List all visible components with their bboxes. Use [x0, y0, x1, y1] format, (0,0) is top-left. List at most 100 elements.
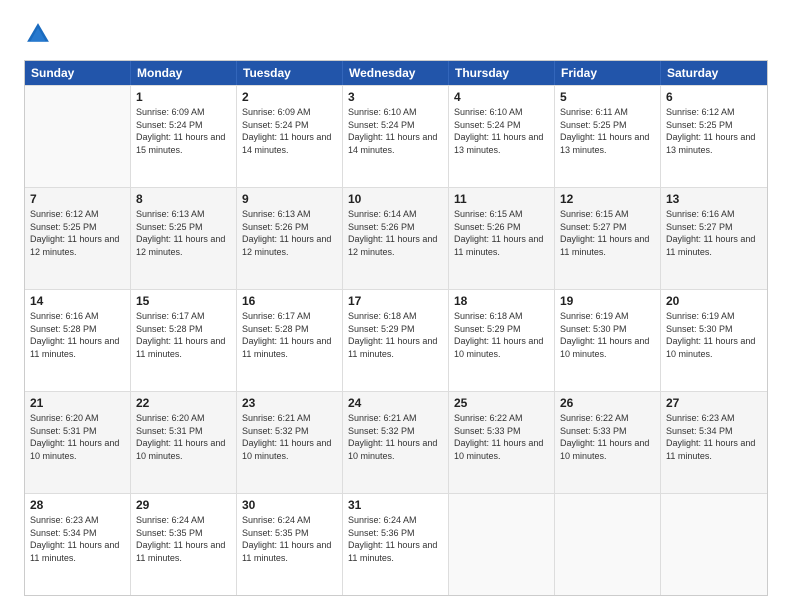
- empty-cell-4-6: [661, 494, 767, 595]
- day-cell-11: 11 Sunrise: 6:15 AMSunset: 5:26 PMDayligh…: [449, 188, 555, 289]
- day-info: Sunrise: 6:21 AMSunset: 5:32 PMDaylight:…: [242, 412, 337, 462]
- day-number: 20: [666, 294, 762, 308]
- day-cell-15: 15 Sunrise: 6:17 AMSunset: 5:28 PMDayligh…: [131, 290, 237, 391]
- day-cell-3: 3 Sunrise: 6:10 AMSunset: 5:24 PMDaylight…: [343, 86, 449, 187]
- day-number: 19: [560, 294, 655, 308]
- day-info: Sunrise: 6:20 AMSunset: 5:31 PMDaylight:…: [136, 412, 231, 462]
- day-number: 23: [242, 396, 337, 410]
- day-info: Sunrise: 6:24 AMSunset: 5:36 PMDaylight:…: [348, 514, 443, 564]
- day-cell-12: 12 Sunrise: 6:15 AMSunset: 5:27 PMDayligh…: [555, 188, 661, 289]
- day-info: Sunrise: 6:14 AMSunset: 5:26 PMDaylight:…: [348, 208, 443, 258]
- day-info: Sunrise: 6:20 AMSunset: 5:31 PMDaylight:…: [30, 412, 125, 462]
- day-info: Sunrise: 6:23 AMSunset: 5:34 PMDaylight:…: [30, 514, 125, 564]
- empty-cell-4-4: [449, 494, 555, 595]
- page: SundayMondayTuesdayWednesdayThursdayFrid…: [0, 0, 792, 612]
- day-cell-29: 29 Sunrise: 6:24 AMSunset: 5:35 PMDayligh…: [131, 494, 237, 595]
- day-info: Sunrise: 6:16 AMSunset: 5:28 PMDaylight:…: [30, 310, 125, 360]
- day-cell-2: 2Sunrise: 6:09 AMSunset: 5:24 PMDaylight…: [237, 86, 343, 187]
- day-number: 4: [454, 90, 549, 104]
- day-number: 27: [666, 396, 762, 410]
- day-cell-19: 19 Sunrise: 6:19 AMSunset: 5:30 PMDayligh…: [555, 290, 661, 391]
- day-info: Sunrise: 6:18 AMSunset: 5:29 PMDaylight:…: [348, 310, 443, 360]
- day-info: Sunrise: 6:15 AMSunset: 5:26 PMDaylight:…: [454, 208, 549, 258]
- header-day-sunday: Sunday: [25, 61, 131, 85]
- day-cell-23: 23 Sunrise: 6:21 AMSunset: 5:32 PMDayligh…: [237, 392, 343, 493]
- day-info: Sunrise: 6:12 AMSunset: 5:25 PMDaylight:…: [666, 106, 762, 156]
- day-info: Sunrise: 6:24 AMSunset: 5:35 PMDaylight:…: [242, 514, 337, 564]
- day-info: Sunrise: 6:19 AMSunset: 5:30 PMDaylight:…: [666, 310, 762, 360]
- day-cell-10: 10 Sunrise: 6:14 AMSunset: 5:26 PMDayligh…: [343, 188, 449, 289]
- day-info: Sunrise: 6:19 AMSunset: 5:30 PMDaylight:…: [560, 310, 655, 360]
- empty-cell-4-5: [555, 494, 661, 595]
- day-cell-30: 30 Sunrise: 6:24 AMSunset: 5:35 PMDayligh…: [237, 494, 343, 595]
- day-cell-24: 24 Sunrise: 6:21 AMSunset: 5:32 PMDayligh…: [343, 392, 449, 493]
- week-row-3: 14 Sunrise: 6:16 AMSunset: 5:28 PMDayligh…: [25, 289, 767, 391]
- day-cell-17: 17 Sunrise: 6:18 AMSunset: 5:29 PMDayligh…: [343, 290, 449, 391]
- week-row-5: 28 Sunrise: 6:23 AMSunset: 5:34 PMDayligh…: [25, 493, 767, 595]
- week-row-1: 1Sunrise: 6:09 AMSunset: 5:24 PMDaylight…: [25, 85, 767, 187]
- day-info: Sunrise: 6:18 AMSunset: 5:29 PMDaylight:…: [454, 310, 549, 360]
- day-info: Sunrise: 6:10 AMSunset: 5:24 PMDaylight:…: [454, 106, 549, 156]
- day-cell-6: 6 Sunrise: 6:12 AMSunset: 5:25 PMDaylight…: [661, 86, 767, 187]
- day-number: 29: [136, 498, 231, 512]
- day-number: 12: [560, 192, 655, 206]
- day-info: Sunrise: 6:17 AMSunset: 5:28 PMDaylight:…: [242, 310, 337, 360]
- week-row-4: 21Sunrise: 6:20 AMSunset: 5:31 PMDayligh…: [25, 391, 767, 493]
- day-cell-14: 14 Sunrise: 6:16 AMSunset: 5:28 PMDayligh…: [25, 290, 131, 391]
- header-day-saturday: Saturday: [661, 61, 767, 85]
- day-number: 9: [242, 192, 337, 206]
- day-cell-18: 18 Sunrise: 6:18 AMSunset: 5:29 PMDayligh…: [449, 290, 555, 391]
- day-info: Sunrise: 6:21 AMSunset: 5:32 PMDaylight:…: [348, 412, 443, 462]
- day-number: 14: [30, 294, 125, 308]
- day-info: Sunrise: 6:15 AMSunset: 5:27 PMDaylight:…: [560, 208, 655, 258]
- day-number: 17: [348, 294, 443, 308]
- day-cell-16: 16 Sunrise: 6:17 AMSunset: 5:28 PMDayligh…: [237, 290, 343, 391]
- day-info: Sunrise: 6:22 AMSunset: 5:33 PMDaylight:…: [560, 412, 655, 462]
- day-number: 26: [560, 396, 655, 410]
- header-day-tuesday: Tuesday: [237, 61, 343, 85]
- day-number: 28: [30, 498, 125, 512]
- day-number: 18: [454, 294, 549, 308]
- logo-icon: [24, 20, 52, 48]
- day-number: 15: [136, 294, 231, 308]
- day-number: 10: [348, 192, 443, 206]
- day-cell-31: 31 Sunrise: 6:24 AMSunset: 5:36 PMDayligh…: [343, 494, 449, 595]
- day-number: 3: [348, 90, 443, 104]
- day-number: 6: [666, 90, 762, 104]
- day-number: 24: [348, 396, 443, 410]
- day-cell-25: 25 Sunrise: 6:22 AMSunset: 5:33 PMDayligh…: [449, 392, 555, 493]
- day-info: Sunrise: 6:23 AMSunset: 5:34 PMDaylight:…: [666, 412, 762, 462]
- day-number: 1: [136, 90, 231, 104]
- day-info: Sunrise: 6:24 AMSunset: 5:35 PMDaylight:…: [136, 514, 231, 564]
- day-info: Sunrise: 6:12 AMSunset: 5:25 PMDaylight:…: [30, 208, 125, 258]
- header-day-monday: Monday: [131, 61, 237, 85]
- day-info: Sunrise: 6:10 AMSunset: 5:24 PMDaylight:…: [348, 106, 443, 156]
- day-number: 7: [30, 192, 125, 206]
- calendar-body: 1Sunrise: 6:09 AMSunset: 5:24 PMDaylight…: [25, 85, 767, 595]
- empty-cell-0-0: [25, 86, 131, 187]
- day-number: 22: [136, 396, 231, 410]
- logo: [24, 20, 56, 48]
- day-cell-28: 28 Sunrise: 6:23 AMSunset: 5:34 PMDayligh…: [25, 494, 131, 595]
- day-number: 5: [560, 90, 655, 104]
- day-number: 11: [454, 192, 549, 206]
- day-cell-13: 13Sunrise: 6:16 AMSunset: 5:27 PMDayligh…: [661, 188, 767, 289]
- day-number: 25: [454, 396, 549, 410]
- day-cell-21: 21Sunrise: 6:20 AMSunset: 5:31 PMDayligh…: [25, 392, 131, 493]
- day-info: Sunrise: 6:13 AMSunset: 5:25 PMDaylight:…: [136, 208, 231, 258]
- header-day-wednesday: Wednesday: [343, 61, 449, 85]
- day-cell-9: 9Sunrise: 6:13 AMSunset: 5:26 PMDaylight…: [237, 188, 343, 289]
- day-number: 13: [666, 192, 762, 206]
- day-number: 16: [242, 294, 337, 308]
- day-info: Sunrise: 6:17 AMSunset: 5:28 PMDaylight:…: [136, 310, 231, 360]
- day-cell-5: 5Sunrise: 6:11 AMSunset: 5:25 PMDaylight…: [555, 86, 661, 187]
- header: [24, 20, 768, 48]
- day-cell-1: 1Sunrise: 6:09 AMSunset: 5:24 PMDaylight…: [131, 86, 237, 187]
- day-number: 31: [348, 498, 443, 512]
- header-day-friday: Friday: [555, 61, 661, 85]
- day-info: Sunrise: 6:22 AMSunset: 5:33 PMDaylight:…: [454, 412, 549, 462]
- calendar-header-row: SundayMondayTuesdayWednesdayThursdayFrid…: [25, 61, 767, 85]
- day-number: 30: [242, 498, 337, 512]
- day-cell-8: 8Sunrise: 6:13 AMSunset: 5:25 PMDaylight…: [131, 188, 237, 289]
- day-cell-20: 20 Sunrise: 6:19 AMSunset: 5:30 PMDayligh…: [661, 290, 767, 391]
